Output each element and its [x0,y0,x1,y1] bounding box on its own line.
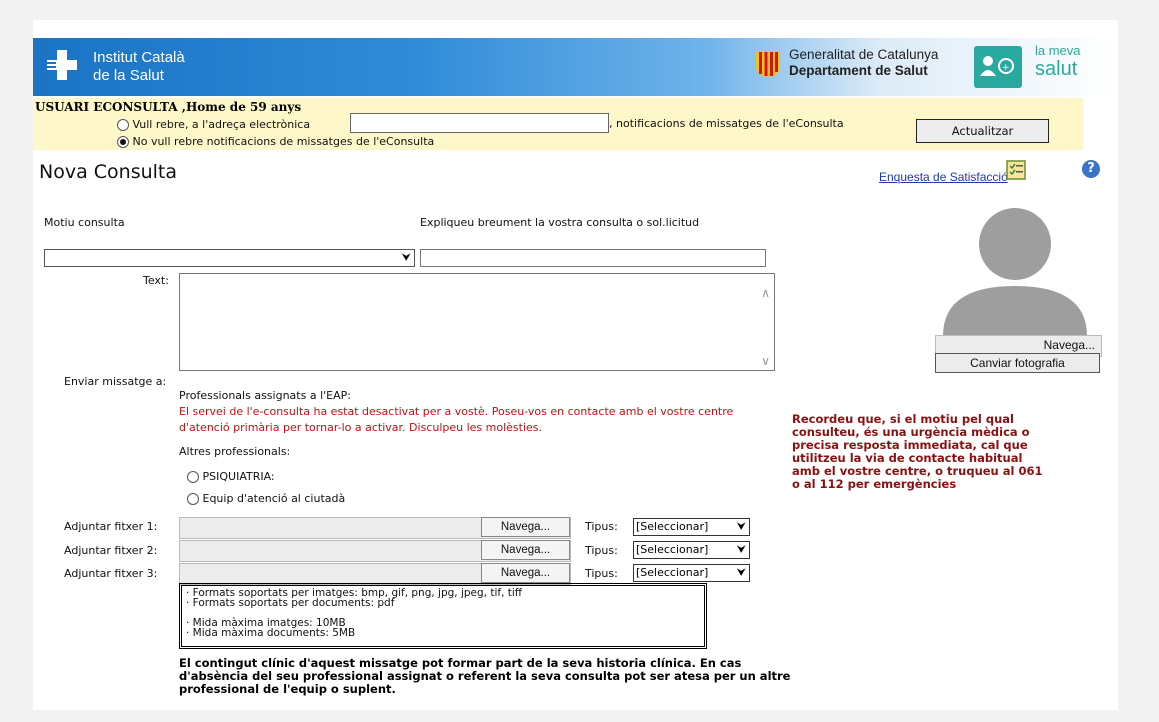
other-professionals-label: Altres professionals: [179,445,291,458]
option-no-notifications[interactable]: No vull rebre notificacions de missatges… [117,135,434,148]
chevron-down-icon: ⮟ [736,520,746,533]
explain-input[interactable] [420,249,766,267]
attachment-1-browse-button[interactable]: Navega... [481,517,570,537]
supported-formats-box: · Formats soportats per imatges: bmp, gi… [179,583,707,649]
attachment-3-type-label: Tipus: [585,567,618,580]
option-equip-atencio[interactable]: Equip d'atenció al ciutadà [187,492,345,505]
gov-name: Generalitat de Catalunya Departament de … [789,47,938,79]
attachment-1-type-value: [Seleccionar] [636,520,709,533]
attachment-1-label: Adjuntar fitxer 1: [64,520,158,533]
attachment-1-type-label: Tipus: [585,520,618,533]
radio-psiquiatria[interactable] [187,471,199,483]
attachment-3-label: Adjuntar fitxer 3: [64,567,158,580]
attachment-1-field[interactable]: Navega... [179,517,571,539]
reason-label: Motiu consulta [44,216,125,229]
survey-link[interactable]: Enquesta de Satisfacció [879,170,1008,184]
attachment-3-browse-button[interactable]: Navega... [481,563,570,583]
reason-select[interactable]: ⮟ [44,249,415,267]
attachment-3-field[interactable]: Navega... [179,563,571,585]
email-input[interactable] [350,113,609,133]
attachment-2-type-select[interactable]: [Seleccionar] ⮟ [633,541,750,559]
radio-equip-atencio[interactable] [187,493,199,505]
chevron-down-icon: ⮟ [736,566,746,579]
attachment-1-type-select[interactable]: [Seleccionar] ⮟ [633,518,750,536]
app-frame: Institut Català de la Salut Generalitat … [33,20,1118,710]
option-receive-suffix: , notificacions de missatges de l'eConsu… [609,117,844,130]
radio-receive[interactable] [117,119,129,131]
eap-disabled-message: El servei de l'e-consulta ha estat desac… [179,405,734,434]
chevron-down-icon: ⮟ [401,251,411,264]
survey-checklist-icon[interactable] [1006,160,1026,180]
explain-label: Expliqueu breument la vostra consulta o … [420,216,700,229]
la-meva-salut-logo-icon: + [974,46,1022,88]
help-icon[interactable]: ? [1082,160,1100,178]
change-photo-button[interactable]: Canviar fotografia [935,353,1100,373]
attachment-3-type-value: [Seleccionar] [636,566,709,579]
option-psiquiatria-label: PSIQUIATRIA: [202,470,275,483]
eap-label: Professionals assignats a l'EAP: [179,389,351,402]
scroll-up-icon[interactable]: ∧ [761,286,770,300]
org-name: Institut Català de la Salut [93,49,185,85]
generalitat-logo-icon [756,51,780,77]
send-to-label: Enviar missatge a: [64,375,167,388]
org-name-line1: Institut Català [93,49,185,66]
org-name-line2: de la Salut [93,67,164,84]
attachment-2-browse-button[interactable]: Navega... [481,540,570,560]
avatar-placeholder-icon [935,204,1095,336]
option-psiquiatria[interactable]: PSIQUIATRIA: [187,470,275,483]
legal-notice: El contingut clínic d'aquest missatge po… [179,656,791,696]
svg-text:+: + [1002,63,1010,73]
gov-name-line2: Departament de Salut [789,63,928,78]
attachment-2-label: Adjuntar fitxer 2: [64,544,158,557]
scroll-down-icon[interactable]: ∨ [761,354,770,368]
brand-name: la meva salut [1035,43,1081,81]
brand-line1: la meva [1035,43,1081,58]
brand-line2: salut [1035,58,1078,80]
option-no-receive-label: No vull rebre notificacions de missatges… [132,135,435,148]
page-title: Nova Consulta [39,161,178,183]
photo-browse-button[interactable]: Navega... [1044,338,1095,352]
attachment-2-type-label: Tipus: [585,544,618,557]
attachment-2-field[interactable]: Navega... [179,540,571,562]
message-textarea[interactable]: ∧ ∨ [179,273,775,371]
gov-name-line1: Generalitat de Catalunya [789,47,939,62]
user-title: USUARI ECONSULTA ,Home de 59 anys [35,100,302,114]
max-size-documents: · Mida màxima documents: 5MB [186,627,356,639]
emergency-warning: Recordeu que, si el motiu pel qual consu… [792,412,1043,491]
ics-cross-logo-icon [47,50,77,80]
header-banner: Institut Català de la Salut Generalitat … [33,38,1118,96]
option-receive-label: Vull rebre, a l'adreça electrònica [132,118,311,131]
update-button[interactable]: Actualitzar [916,119,1049,143]
option-equip-atencio-label: Equip d'atenció al ciutadà [202,492,346,505]
attachment-2-type-value: [Seleccionar] [636,543,709,556]
attachment-3-type-select[interactable]: [Seleccionar] ⮟ [633,564,750,582]
radio-no-receive[interactable] [117,136,129,148]
chevron-down-icon: ⮟ [736,543,746,556]
option-receive-notifications[interactable]: Vull rebre, a l'adreça electrònica [117,118,310,131]
formats-documents: · Formats soportats per documents: pdf [186,597,395,609]
text-label: Text: [143,274,169,287]
user-notification-band: USUARI ECONSULTA ,Home de 59 anys Vull r… [33,98,1083,150]
